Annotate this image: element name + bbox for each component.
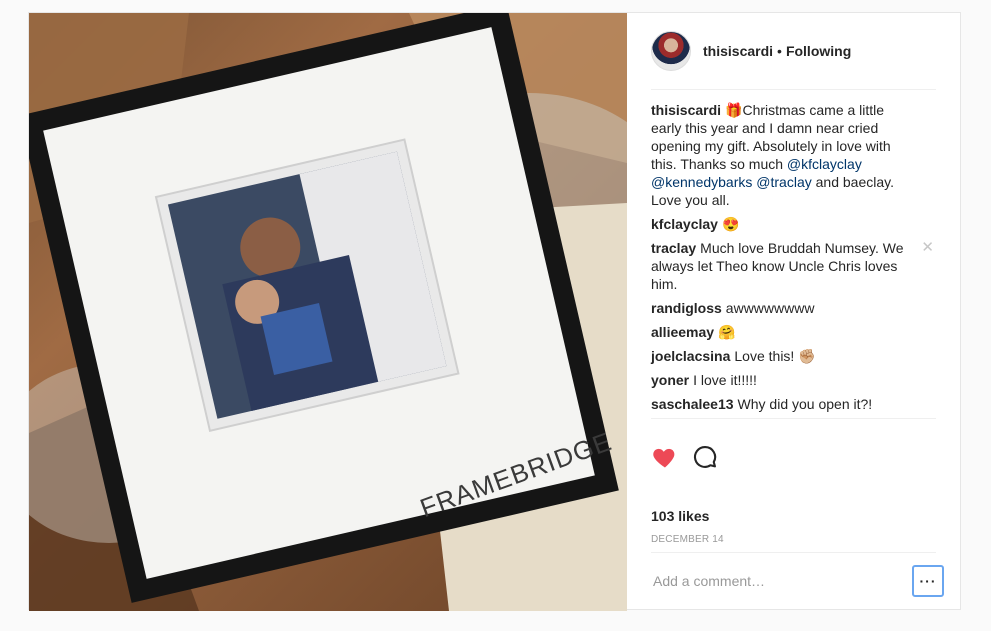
- comment-user[interactable]: kfclayclay: [651, 216, 718, 232]
- framed-photo-image: FRAMEBRIDGE: [29, 13, 627, 611]
- hugging-emoji-icon: 🤗: [718, 324, 736, 340]
- caption-author[interactable]: thisiscardi: [651, 102, 721, 118]
- following-button[interactable]: Following: [786, 43, 851, 59]
- post-sidebar: thisiscardi • Following thisiscardi 🎁Chri…: [627, 13, 960, 609]
- mention-link[interactable]: @kfclayclay: [787, 156, 862, 172]
- post-photo[interactable]: FRAMEBRIDGE: [29, 13, 627, 611]
- comment-user[interactable]: randigloss: [651, 300, 722, 316]
- comment-item: joelclacsina Love this! ✊🏼: [651, 347, 936, 365]
- comment-item: allieemay 🤗: [651, 323, 936, 341]
- comment-item: randigloss awwwwwwww: [651, 299, 936, 317]
- comment-text: Why did you open it?!: [737, 396, 873, 412]
- likes-count[interactable]: 103 likes: [651, 508, 709, 524]
- gift-emoji-icon: 🎁: [725, 102, 743, 118]
- comment-bubble-icon[interactable]: [691, 443, 719, 471]
- comment-user[interactable]: allieemay: [651, 324, 714, 340]
- mention-link[interactable]: @traclay: [756, 174, 811, 190]
- post-card: FRAMEBRIDGE thisiscardi • Following this…: [28, 12, 961, 611]
- post-header: thisiscardi • Following: [651, 13, 936, 90]
- heart-eyes-emoji-icon: 😍: [721, 216, 740, 232]
- comments-list: thisiscardi 🎁Christmas came a little earl…: [651, 101, 936, 467]
- mention-link[interactable]: @kennedybarks: [651, 174, 752, 190]
- action-bar: [651, 418, 936, 471]
- header-username[interactable]: thisiscardi: [703, 43, 773, 59]
- comment-item: saschalee13 Why did you open it?!: [651, 395, 936, 413]
- comment-input[interactable]: [651, 572, 912, 590]
- more-options-button[interactable]: ···: [912, 565, 944, 597]
- comment-text: awwwwwwww: [725, 300, 815, 316]
- comment-text: Love this!: [734, 348, 795, 364]
- add-comment-bar: ···: [651, 552, 944, 609]
- comment-user[interactable]: joelclacsina: [651, 348, 730, 364]
- comment-text: I love it!!!!!: [693, 372, 757, 388]
- separator-dot: •: [777, 43, 782, 59]
- comment-user[interactable]: saschalee13: [651, 396, 734, 412]
- caption: thisiscardi 🎁Christmas came a little earl…: [651, 101, 936, 209]
- post-date: DECEMBER 14: [651, 534, 724, 545]
- comment-item: traclay Much love Bruddah Numsey. We alwa…: [651, 239, 936, 293]
- comment-item: kfclayclay 😍: [651, 215, 936, 233]
- close-icon[interactable]: ✕: [921, 239, 934, 257]
- heart-icon[interactable]: [651, 443, 679, 471]
- raised-fist-emoji-icon: ✊🏼: [798, 348, 816, 364]
- comment-user[interactable]: yoner: [651, 372, 689, 388]
- comment-item: yoner I love it!!!!!: [651, 371, 936, 389]
- avatar[interactable]: [651, 31, 691, 71]
- comment-user[interactable]: traclay: [651, 240, 696, 256]
